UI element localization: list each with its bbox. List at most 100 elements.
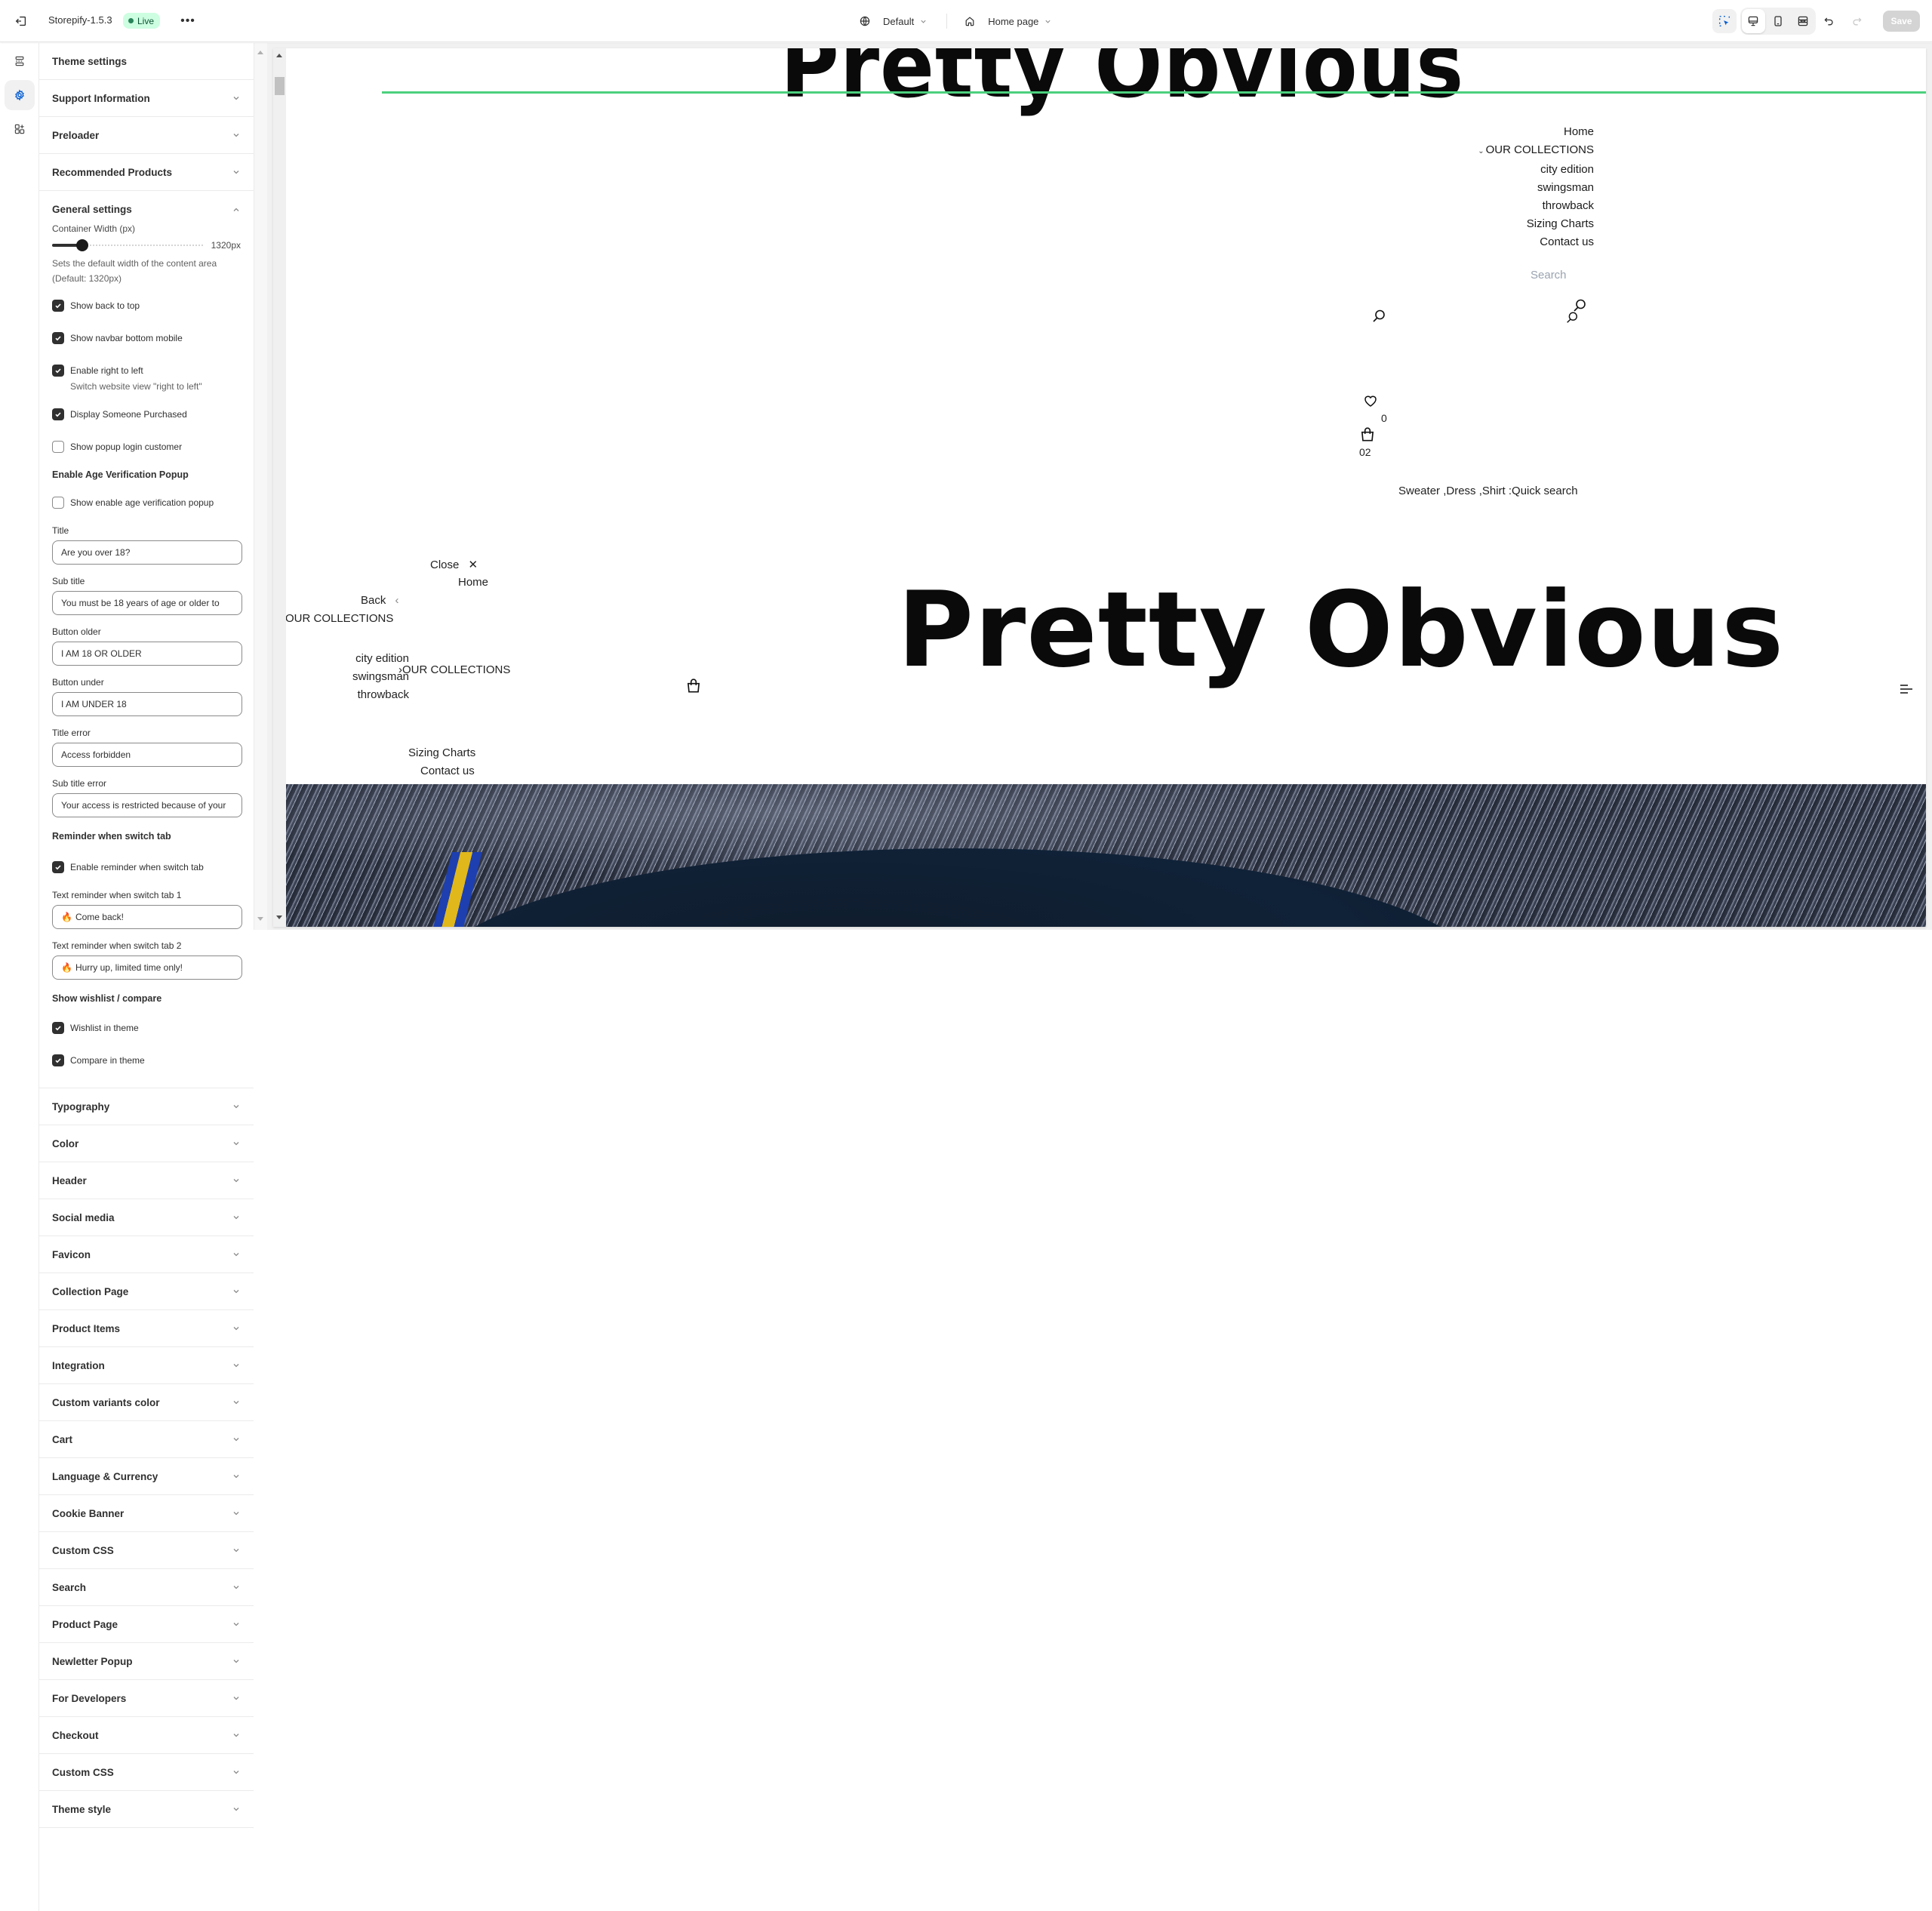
section-header[interactable]: Color: [39, 1125, 254, 1162]
wishlist-heart-icon[interactable]: [1363, 393, 1378, 408]
checkbox-row[interactable]: Compare in theme: [52, 1054, 241, 1066]
more-actions-button[interactable]: •••: [180, 13, 196, 29]
desktop-view-button[interactable]: [1742, 9, 1765, 33]
section-header[interactable]: Language & Currency: [39, 1458, 254, 1495]
checkbox[interactable]: [52, 365, 64, 377]
undo-button[interactable]: [1820, 12, 1838, 30]
section-header[interactable]: Header: [39, 1162, 254, 1199]
checkbox[interactable]: [52, 1022, 64, 1034]
drawer-collections-link[interactable]: ›OUR COLLECTIONS: [398, 663, 510, 676]
checkbox[interactable]: [52, 332, 64, 344]
reminder-checkbox[interactable]: [52, 861, 64, 873]
section-header[interactable]: Cookie Banner: [39, 1495, 254, 1532]
section-header[interactable]: Recommended Products: [39, 154, 254, 191]
nav-contact[interactable]: Contact us: [1478, 233, 1594, 251]
checkbox-row[interactable]: Show popup login customer: [52, 441, 241, 453]
text-input[interactable]: Your access is restricted because of you…: [52, 793, 242, 817]
nav-collection-item[interactable]: city edition: [1478, 161, 1594, 179]
nav-collection-item[interactable]: swingsman: [1478, 179, 1594, 197]
checkbox-row[interactable]: Wishlist in theme: [52, 1022, 241, 1034]
scrollbar-thumb[interactable]: [275, 77, 285, 95]
hamburger-menu-icon[interactable]: [1899, 683, 1912, 695]
text-input[interactable]: I AM 18 OR OLDER: [52, 642, 242, 666]
drawer-home[interactable]: Home: [458, 576, 488, 589]
age-verification-checkbox[interactable]: [52, 497, 64, 509]
section-header[interactable]: Favicon: [39, 1236, 254, 1273]
cart-bag-icon[interactable]: [1359, 426, 1376, 443]
cart-bag-icon[interactable]: [685, 678, 702, 694]
text-input[interactable]: You must be 18 years of age or older to: [52, 591, 242, 615]
drawer-collection-item[interactable]: city edition: [328, 650, 409, 668]
drawer-close[interactable]: Close ✕: [430, 558, 478, 571]
section-general-settings[interactable]: General settings: [39, 191, 254, 228]
drawer-contact[interactable]: Contact us: [420, 765, 475, 777]
container-width-slider[interactable]: [52, 239, 204, 251]
text-input[interactable]: 🔥 Come back!: [52, 905, 242, 929]
drawer-collection-item[interactable]: swingsman: [328, 668, 409, 686]
drawer-sizing-charts[interactable]: Sizing Charts: [408, 746, 475, 759]
section-header[interactable]: Preloader: [39, 117, 254, 154]
slider-thumb[interactable]: [76, 239, 88, 251]
checkbox-row[interactable]: Show enable age verification popup: [52, 497, 241, 509]
store-logo-mobile[interactable]: Pretty Obvious: [897, 569, 1784, 691]
page-selector[interactable]: Home page: [964, 15, 1051, 27]
nav-collection-item[interactable]: throwback: [1478, 197, 1594, 215]
drawer-back[interactable]: Back ‹: [361, 594, 399, 607]
theme-settings-tab[interactable]: [5, 80, 35, 110]
fullwidth-view-button[interactable]: [1791, 9, 1814, 33]
scroll-down-arrow-icon[interactable]: [276, 915, 282, 919]
section-header[interactable]: Search: [39, 1569, 254, 1606]
section-header[interactable]: Product Page: [39, 1606, 254, 1643]
section-header[interactable]: Custom variants color: [39, 1384, 254, 1421]
nav-collections[interactable]: ⌄ OUR COLLECTIONS: [1478, 141, 1594, 161]
checkbox[interactable]: [52, 1054, 64, 1066]
section-header[interactable]: Support Information: [39, 80, 254, 117]
mobile-view-button[interactable]: [1767, 9, 1790, 33]
drawer-collection-item[interactable]: throwback: [328, 686, 409, 704]
checkbox-row[interactable]: Enable reminder when switch tab: [52, 861, 241, 873]
section-label: Preloader: [52, 129, 100, 141]
text-input[interactable]: I AM UNDER 18: [52, 692, 242, 716]
checkbox[interactable]: [52, 300, 64, 312]
checkbox-row[interactable]: Display Someone Purchased: [52, 408, 241, 420]
text-input[interactable]: Access forbidden: [52, 743, 242, 767]
locale-selector[interactable]: Default: [859, 15, 927, 27]
section-header[interactable]: Theme style: [39, 1791, 254, 1828]
checkbox-row[interactable]: Enable right to left Switch website view …: [52, 365, 241, 394]
section-header[interactable]: Newletter Popup: [39, 1643, 254, 1680]
scroll-up-arrow-icon[interactable]: [257, 51, 263, 54]
section-header[interactable]: Product Items: [39, 1310, 254, 1347]
section-header[interactable]: Custom CSS: [39, 1754, 254, 1791]
section-header[interactable]: Collection Page: [39, 1273, 254, 1310]
panel-scrollbar[interactable]: [254, 43, 267, 930]
apps-tab[interactable]: [5, 114, 35, 144]
section-header[interactable]: Social media: [39, 1199, 254, 1236]
checkbox[interactable]: [52, 408, 64, 420]
exit-button[interactable]: [12, 12, 30, 30]
section-header[interactable]: Cart: [39, 1421, 254, 1458]
search-submit-icon[interactable]: [1565, 311, 1579, 325]
checkbox-row[interactable]: Show back to top: [52, 300, 241, 312]
sections-tab[interactable]: [5, 46, 35, 76]
preview-scrollbar[interactable]: [273, 48, 286, 927]
text-input[interactable]: Are you over 18?: [52, 540, 242, 565]
section-header[interactable]: Integration: [39, 1347, 254, 1384]
section-header[interactable]: Checkout: [39, 1717, 254, 1754]
save-button[interactable]: Save: [1883, 11, 1920, 32]
redo-button[interactable]: [1847, 12, 1866, 30]
nav-sizing-charts[interactable]: Sizing Charts: [1478, 215, 1594, 233]
scroll-down-arrow-icon[interactable]: [257, 917, 263, 921]
section-header[interactable]: For Developers: [39, 1680, 254, 1717]
inspector-select-button[interactable]: [1712, 9, 1737, 33]
checkbox-row[interactable]: Show navbar bottom mobile: [52, 332, 241, 344]
search-input[interactable]: Search: [1531, 269, 1567, 282]
checkbox[interactable]: [52, 441, 64, 453]
store-logo[interactable]: Pretty Obvious: [780, 48, 1464, 118]
text-input[interactable]: 🔥 Hurry up, limited time only!: [52, 956, 242, 980]
section-header[interactable]: Custom CSS: [39, 1532, 254, 1569]
scroll-up-arrow-icon[interactable]: [276, 54, 282, 57]
section-header[interactable]: Typography: [39, 1088, 254, 1125]
search-icon[interactable]: [1371, 309, 1386, 324]
hero-banner-image[interactable]: [286, 784, 1926, 927]
nav-home[interactable]: Home: [1478, 123, 1594, 141]
